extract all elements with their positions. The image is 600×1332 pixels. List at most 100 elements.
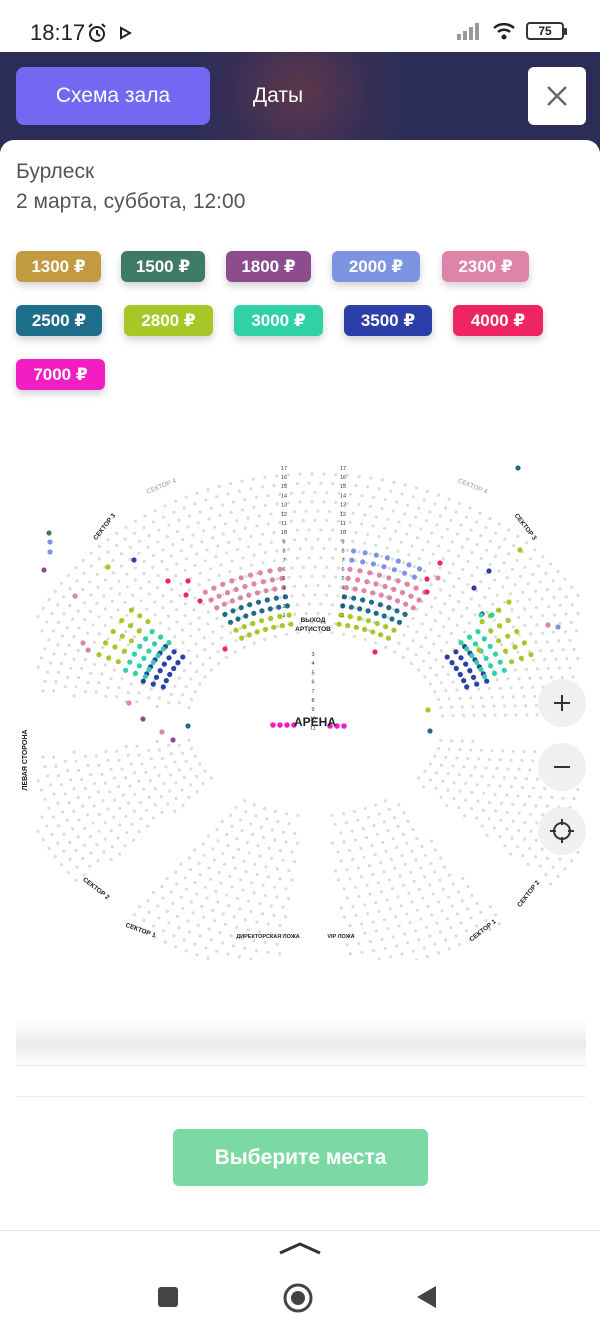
seat[interactable] [246, 632, 252, 638]
seat[interactable] [399, 590, 406, 596]
seat[interactable] [180, 654, 186, 660]
seat[interactable] [167, 671, 173, 678]
seat[interactable] [411, 574, 418, 580]
seat[interactable] [216, 593, 222, 599]
seat[interactable] [506, 599, 512, 605]
seat[interactable] [272, 586, 278, 592]
seat[interactable] [255, 599, 262, 605]
seat[interactable] [260, 579, 266, 585]
seat[interactable] [475, 629, 481, 635]
seat[interactable] [132, 670, 139, 676]
seat[interactable] [128, 607, 134, 613]
back-icon[interactable] [414, 1284, 438, 1310]
seat[interactable] [425, 707, 431, 713]
seat[interactable] [131, 651, 138, 657]
seat[interactable] [336, 621, 342, 627]
seat[interactable] [372, 649, 378, 655]
seat[interactable] [150, 681, 156, 687]
seat[interactable] [515, 465, 521, 471]
seat[interactable] [378, 632, 384, 638]
seat[interactable] [121, 648, 128, 654]
price-chip[interactable]: 2300 ₽ [442, 251, 529, 282]
seat[interactable] [365, 608, 371, 614]
seat[interactable] [410, 605, 416, 611]
seat[interactable] [381, 613, 387, 619]
seat[interactable] [146, 666, 152, 672]
seat[interactable] [47, 539, 53, 545]
seat[interactable] [262, 626, 268, 632]
seat[interactable] [268, 615, 274, 621]
seat[interactable] [453, 665, 459, 672]
seat[interactable] [378, 592, 384, 598]
seat[interactable] [545, 622, 551, 628]
seat[interactable] [110, 628, 116, 635]
seat[interactable] [512, 644, 518, 650]
seat[interactable] [356, 615, 362, 621]
seat[interactable] [106, 655, 112, 661]
price-chip[interactable]: 3500 ₽ [344, 305, 432, 336]
seat[interactable] [416, 597, 422, 603]
seat[interactable] [347, 566, 353, 572]
seat[interactable] [276, 604, 282, 610]
seat[interactable] [171, 665, 177, 672]
seat[interactable] [237, 595, 244, 601]
seat[interactable] [127, 659, 133, 665]
seat[interactable] [119, 633, 125, 639]
seat[interactable] [259, 618, 265, 624]
box-seat[interactable] [277, 722, 283, 728]
seat[interactable] [406, 562, 412, 568]
seat[interactable] [389, 616, 395, 622]
seat[interactable] [96, 652, 102, 658]
seat[interactable] [463, 661, 469, 667]
seat[interactable] [115, 659, 121, 665]
price-chip[interactable]: 1500 ₽ [121, 251, 205, 282]
seat[interactable] [288, 621, 294, 627]
seat[interactable] [396, 619, 403, 625]
seat[interactable] [185, 578, 191, 584]
seat[interactable] [171, 649, 177, 655]
seat[interactable] [474, 681, 480, 687]
seat[interactable] [264, 597, 270, 603]
seat[interactable] [461, 678, 467, 684]
seat[interactable] [373, 581, 379, 587]
seat[interactable] [175, 660, 181, 666]
seat[interactable] [351, 595, 357, 601]
seat[interactable] [136, 628, 142, 634]
seat[interactable] [362, 626, 368, 632]
seat[interactable] [458, 655, 464, 661]
seat[interactable] [449, 660, 455, 666]
seat[interactable] [368, 599, 375, 605]
price-chip[interactable]: 7000 ₽ [16, 359, 105, 390]
seat[interactable] [408, 593, 414, 599]
seat[interactable] [157, 634, 164, 640]
seat[interactable] [367, 570, 373, 576]
price-chip[interactable]: 2500 ₽ [16, 305, 102, 336]
seat[interactable] [263, 588, 269, 594]
seat[interactable] [214, 605, 220, 611]
seat[interactable] [202, 589, 208, 595]
seat[interactable] [489, 612, 495, 618]
seat[interactable] [382, 583, 388, 590]
seat[interactable] [140, 678, 146, 684]
seat[interactable] [444, 654, 450, 660]
seat[interactable] [381, 564, 387, 570]
seat[interactable] [492, 651, 499, 657]
seat[interactable] [402, 611, 408, 617]
seat[interactable] [424, 589, 430, 595]
seat[interactable] [403, 601, 409, 607]
price-chip[interactable]: 4000 ₽ [453, 305, 543, 336]
seat[interactable] [496, 623, 503, 629]
price-chip[interactable]: 1300 ₽ [16, 251, 101, 282]
seat[interactable] [395, 578, 401, 584]
seat[interactable] [208, 597, 214, 603]
seat[interactable] [230, 608, 236, 614]
seat[interactable] [345, 575, 351, 581]
price-chip[interactable]: 3000 ₽ [234, 305, 323, 336]
seat[interactable] [478, 666, 484, 672]
seat[interactable] [145, 619, 151, 625]
seat[interactable] [471, 585, 477, 591]
seat[interactable] [128, 638, 134, 644]
seat[interactable] [488, 663, 494, 669]
seat[interactable] [151, 641, 158, 647]
seat[interactable] [160, 646, 166, 652]
